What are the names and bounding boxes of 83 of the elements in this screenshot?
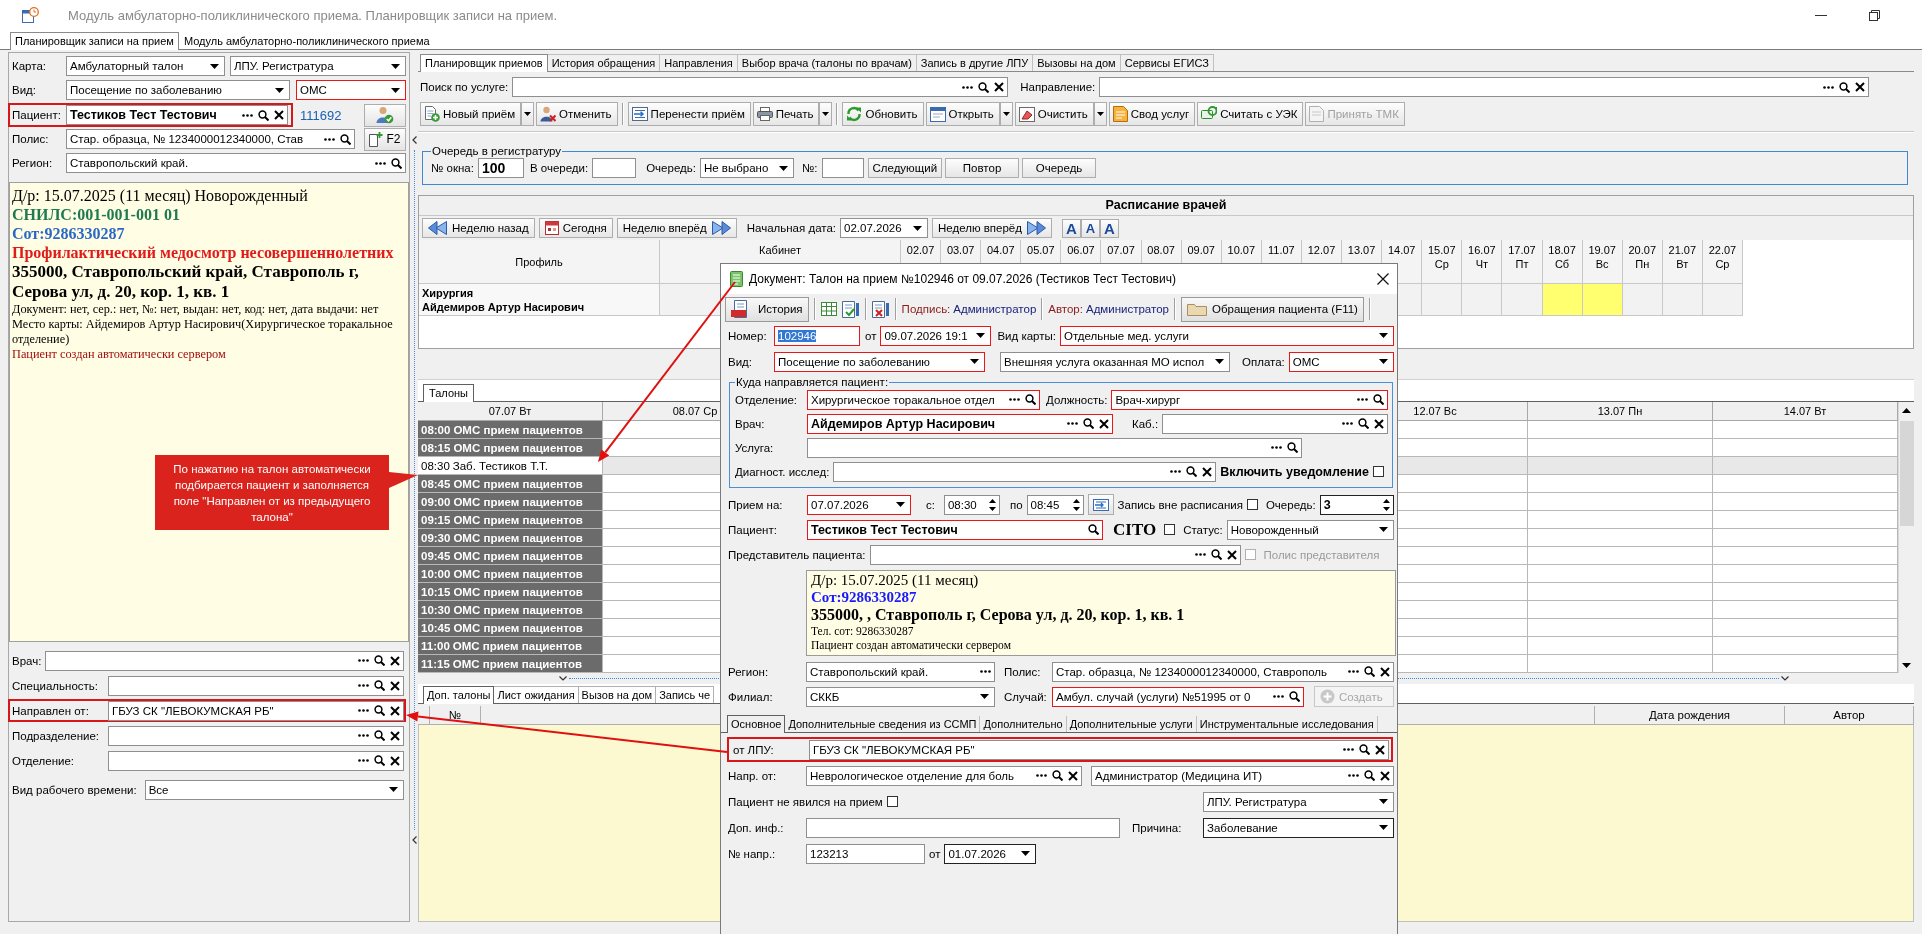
field-label: Статус:: [1183, 523, 1223, 536]
field-label: Очередь:: [1265, 498, 1316, 511]
field-label: Очередь:: [646, 162, 696, 174]
column-header: 22.07 Ср: [1702, 240, 1743, 284]
field-label: Карта:: [12, 60, 47, 72]
field-label: № напр.:: [728, 847, 777, 860]
field-label: Регион:: [728, 665, 770, 678]
field-label: с:: [926, 498, 935, 511]
info-line: Сот:9286330287: [12, 224, 126, 243]
field-label: Должность:: [1046, 393, 1108, 406]
column-header: 20.07 Пн: [1622, 240, 1663, 284]
info-line: Д/р: 15.07.2025 (11 месяц): [811, 572, 980, 589]
column-header: 17.07 Пт: [1502, 240, 1543, 284]
group-title: Куда направляется пациент:: [735, 376, 890, 388]
field-label: Полис:: [1004, 665, 1042, 678]
field-label: Напр. от:: [728, 769, 778, 782]
field-label: Представитель пациента:: [728, 548, 866, 561]
info-line: Пациент создан автоматически сервером: [811, 638, 1012, 652]
field-label: от: [929, 847, 941, 860]
field-label: № окна:: [431, 162, 474, 174]
field-label: Доп. инф.:: [728, 821, 785, 834]
field-label: Поиск по услуге:: [420, 81, 509, 93]
info-line: 355000, Ставропольский край, Ставрополь г, Серова ул, д. 20, кор. 1, кв. 1: [12, 262, 360, 302]
field-label: Вид рабочего времени:: [12, 783, 137, 796]
field-label: Номер:: [728, 329, 768, 342]
window-title: Модуль амбулаторно-поликлинического приема. Планировщик записи на прием.: [68, 7, 557, 23]
schedule-title: Расписание врачей: [419, 196, 1913, 216]
info-line: Тел. сот: 9286330287: [811, 624, 915, 638]
field-label: Начальная дата:: [746, 222, 836, 234]
field-label: Направление:: [1020, 81, 1096, 93]
info-line: 355000, , Ставрополь г, Серова ул, д. 20, кор. 1, кв. 1: [811, 606, 1186, 624]
author-value: Администратор: [1085, 303, 1169, 315]
column-header: 19.07 Вс: [1582, 240, 1623, 284]
checkbox-label: Включить уведомление: [1220, 464, 1369, 479]
field-label: Направлен от:: [12, 704, 90, 717]
field-label: Вид:: [728, 355, 753, 368]
column-header: 18.07 Сб: [1542, 240, 1583, 284]
info-line: Д/р: 15.07.2025 (11 месяц) Новорожденный: [12, 186, 309, 205]
checkbox-label: Полис представителя: [1263, 548, 1380, 561]
field-label: Вид карты:: [997, 329, 1056, 342]
checkbox-label: Запись вне расписания: [1117, 498, 1243, 511]
info-line: Профилактический медосмотр несовершеннолетних: [12, 243, 395, 262]
column-header: 14.07 Вт: [1713, 402, 1898, 421]
field-label: Случай:: [1004, 690, 1048, 703]
field-label: Услуга:: [735, 441, 775, 454]
info-line: Сот:9286330287: [811, 589, 918, 606]
field-label: Отделение:: [12, 754, 76, 767]
column-header: Профиль: [419, 240, 660, 284]
field-label: №:: [801, 162, 818, 174]
field-label: Каб.:: [1132, 417, 1159, 430]
field-label: по: [1009, 498, 1023, 511]
field-label: Пациент:: [12, 109, 62, 121]
callout: По нажатию на талон автоматически подбирается пациент и заполняется поле "Направлен от из предыдущего талона": [155, 455, 418, 530]
field-label: Подразделение:: [12, 729, 100, 742]
column-header: 21.07 Вт: [1662, 240, 1703, 284]
checkbox-label: Пациент не явился на прием: [728, 795, 883, 808]
cito-label: CITO: [1113, 519, 1157, 540]
column-header: 07.07 Вт: [418, 402, 603, 421]
field-label: от: [865, 329, 877, 342]
field-label: Диагност. исслед:: [735, 465, 830, 478]
field-label: Вид:: [12, 84, 37, 96]
info-line: СНИЛС:001-001-001 01: [12, 205, 181, 224]
column-header: 15.07 Ср: [1422, 240, 1463, 284]
field-label: Филиал:: [728, 690, 774, 703]
group-title: Очередь в регистратуру: [431, 145, 563, 157]
field-label: Прием на:: [728, 498, 784, 511]
field-label: Пациент:: [728, 523, 778, 536]
field-label: Регион:: [12, 157, 54, 169]
info-line: Документ: нет, сер.: нет, №: нет, выдан: нет, код: нет, дата выдачи: нет: [12, 302, 380, 317]
field-label: Специальность:: [12, 679, 99, 692]
field-label: от ЛПУ:: [733, 743, 775, 756]
column-header: 16.07 Чт: [1462, 240, 1503, 284]
field-label: Врач:: [12, 654, 42, 667]
field-label: Причина:: [1132, 821, 1182, 834]
field-label: Оплата:: [1242, 355, 1285, 368]
field-label: В очереди:: [529, 162, 589, 174]
signature-label: Подпись:: [901, 303, 951, 315]
field-label: Полис:: [12, 133, 50, 145]
info-line: Пациент создан автоматически сервером: [12, 347, 227, 362]
signature-value: Администратор: [953, 303, 1037, 315]
info-line: Место карты: Айдемиров Артур Насирович(Хирургическое торакальное отделение): [12, 317, 394, 347]
column-header: 13.07 Пн: [1528, 402, 1713, 421]
author-label: Автор:: [1048, 303, 1083, 315]
